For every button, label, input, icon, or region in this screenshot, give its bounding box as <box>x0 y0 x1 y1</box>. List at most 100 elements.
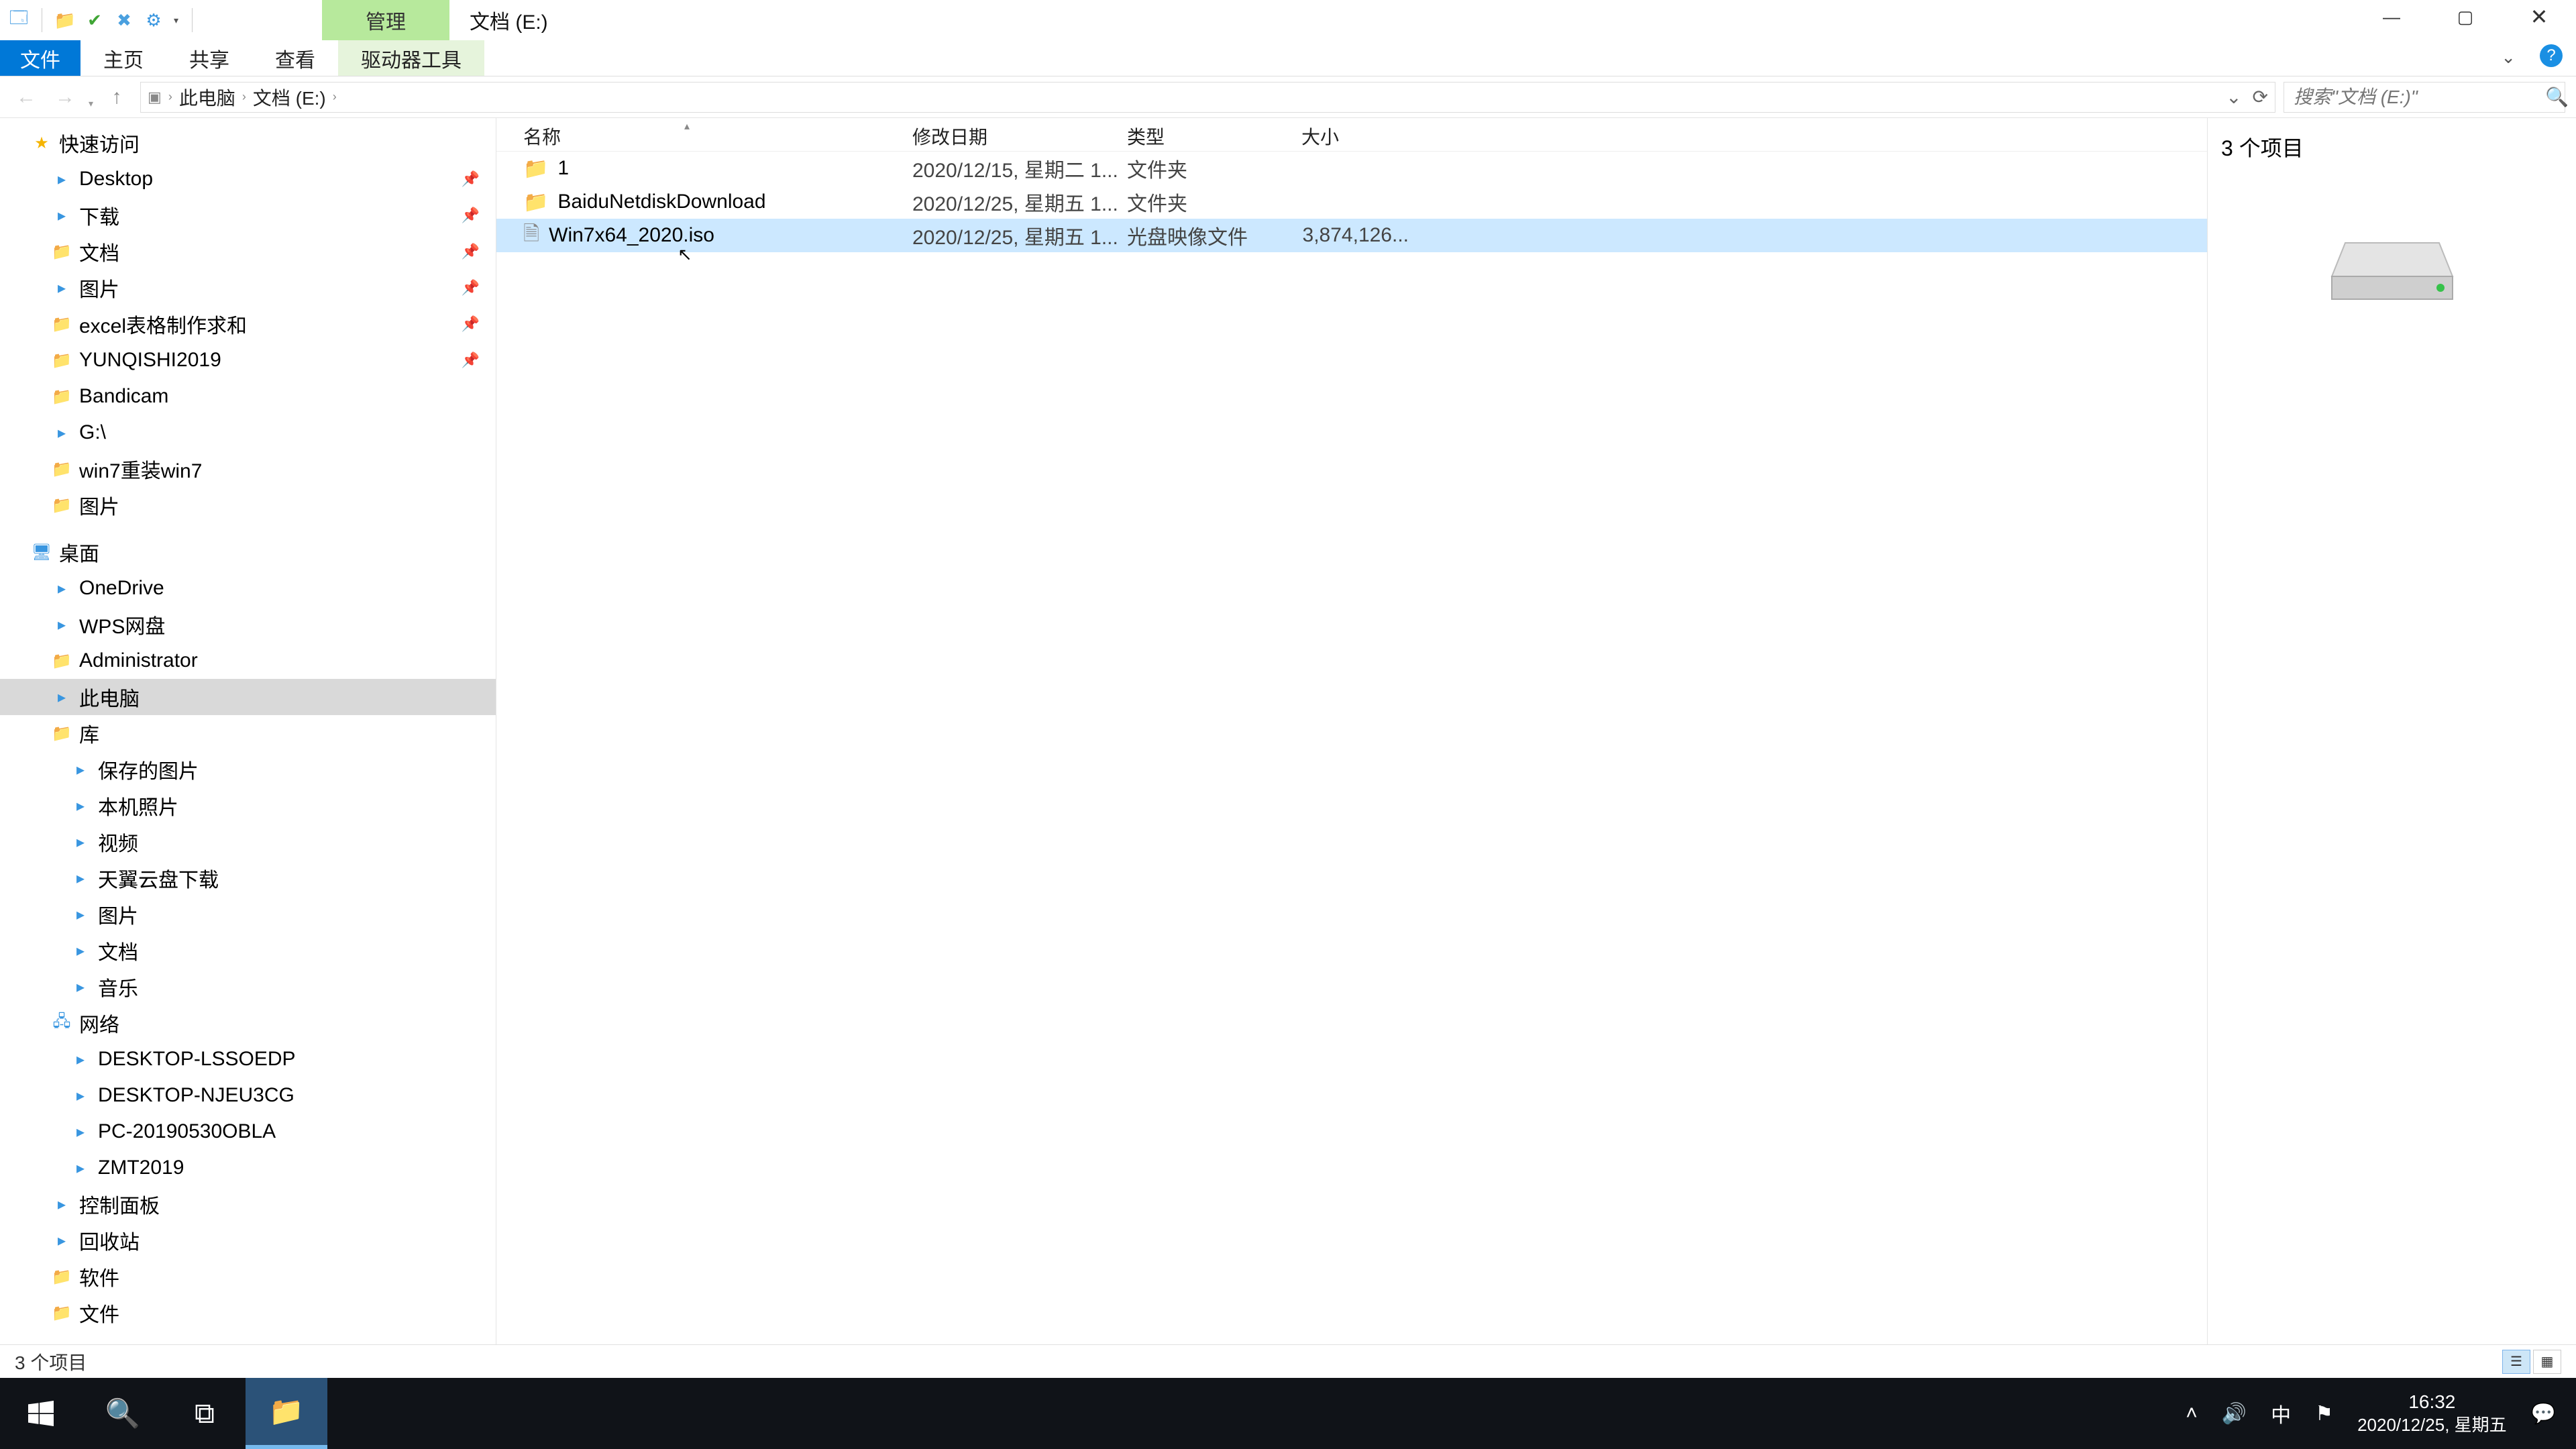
nav-forward-button[interactable]: → <box>50 82 80 113</box>
clock-time: 16:32 <box>2357 1390 2507 1414</box>
ribbon-tab-home[interactable]: 主页 <box>80 40 166 76</box>
nav-item-label: 控制面板 <box>79 1189 160 1219</box>
security-icon[interactable]: ⚑ <box>2315 1402 2333 1426</box>
nav-item[interactable]: 📁 文档 📌 <box>0 233 496 270</box>
start-button[interactable] <box>0 1378 82 1449</box>
nav-item[interactable]: ▸ G:\ <box>0 415 496 451</box>
nav-item[interactable]: 📁 YUNQISHI2019 📌 <box>0 342 496 378</box>
refresh-icon[interactable]: ⟳ <box>2253 86 2268 108</box>
file-list[interactable]: ▴ 名称 修改日期 类型 大小 📁 1 2020/12/15, 星期二 1...… <box>496 118 2207 1344</box>
nav-item[interactable]: ▸ 天翼云盘下载 <box>0 860 496 896</box>
ribbon-tab-share[interactable]: 共享 <box>166 40 252 76</box>
ime-indicator[interactable]: 中 <box>2271 1399 2291 1428</box>
nav-item[interactable]: ▸ 文档 <box>0 932 496 969</box>
nav-item-label: win7重装win7 <box>79 454 202 484</box>
view-thumbs-button[interactable]: ▦ <box>2533 1350 2561 1374</box>
ribbon-expand-icon[interactable]: ⌄ <box>2501 47 2516 68</box>
nav-history-caret-icon[interactable]: ▾ <box>89 98 93 117</box>
nav-up-button[interactable]: ↑ <box>101 82 132 113</box>
taskbar: 🔍 ⧉ 📁 ˄ 🔊 中 ⚑ 16:32 2020/12/25, 星期五 💬 <box>0 1378 2576 1449</box>
file-row[interactable]: 📁 1 2020/12/15, 星期二 1... 文件夹 <box>496 152 2207 185</box>
column-headers[interactable]: ▴ 名称 修改日期 类型 大小 <box>496 121 2207 152</box>
search-icon[interactable]: 🔍 <box>2545 86 2569 108</box>
search-button[interactable]: 🔍 <box>82 1378 164 1449</box>
search-input[interactable] <box>2294 87 2538 108</box>
column-date[interactable]: 修改日期 <box>912 123 1127 150</box>
nav-item[interactable]: 📁 软件 <box>0 1258 496 1295</box>
minimize-button[interactable]: — <box>2355 0 2428 34</box>
nav-item[interactable]: ▸ ZMT2019 <box>0 1150 496 1186</box>
sort-indicator-icon: ▴ <box>684 119 690 133</box>
nav-item[interactable]: ▸ 保存的图片 <box>0 751 496 788</box>
nav-item[interactable]: ▸ 下载 📌 <box>0 197 496 233</box>
nav-item[interactable]: ▸ 视频 <box>0 824 496 860</box>
nav-network-group[interactable]: 🖧 网络 <box>0 1005 496 1041</box>
folder-icon: 📁 <box>269 1395 304 1428</box>
column-size[interactable]: 大小 <box>1301 123 1415 150</box>
folder-icon[interactable]: 📁 <box>52 7 78 34</box>
check-icon[interactable]: ✔ <box>81 7 108 34</box>
nav-item[interactable]: 📁 win7重装win7 <box>0 451 496 487</box>
maximize-button[interactable]: ▢ <box>2428 0 2502 34</box>
address-bar[interactable]: ▣ › 此电脑 › 文档 (E:) › ⌄ ⟳ <box>140 82 2275 113</box>
nav-item[interactable]: ▸ 本机照片 <box>0 788 496 824</box>
nav-item[interactable]: 📁 文件 <box>0 1295 496 1331</box>
gear-icon[interactable]: ⚙ <box>140 7 167 34</box>
crumb-sep-icon[interactable]: › <box>166 90 175 104</box>
nav-item[interactable]: 📁 图片 <box>0 487 496 523</box>
column-name[interactable]: 名称 <box>523 123 912 150</box>
crumb-sep-icon[interactable]: › <box>239 90 249 104</box>
nav-item[interactable]: ▸ DESKTOP-NJEU3CG <box>0 1077 496 1114</box>
nav-item[interactable]: 📁 库 <box>0 715 496 751</box>
nav-item[interactable]: 📁 excel表格制作求和 📌 <box>0 306 496 342</box>
address-caret-icon[interactable]: ⌄ <box>2226 86 2241 108</box>
nav-item-label: 本机照片 <box>98 791 178 820</box>
breadcrumb[interactable]: 文档 (E:) <box>253 84 326 111</box>
nav-item-icon: ▸ <box>52 170 71 189</box>
search-box[interactable]: 🔍 <box>2284 82 2565 113</box>
nav-item[interactable]: ▸ 回收站 <box>0 1222 496 1258</box>
column-type[interactable]: 类型 <box>1127 123 1301 150</box>
file-date: 2020/12/25, 星期五 1... <box>912 187 1127 217</box>
volume-icon[interactable]: 🔊 <box>2222 1402 2247 1426</box>
breadcrumb[interactable]: 此电脑 <box>179 84 235 111</box>
nav-item-icon: 📁 <box>52 315 71 333</box>
ribbon-tab-drive-tools[interactable]: 驱动器工具 <box>338 40 484 76</box>
app-icon[interactable]: 🗔 <box>5 7 32 34</box>
navigation-pane[interactable]: ★ 快速访问 ▸ Desktop 📌 ▸ 下载 📌 📁 文档 📌 ▸ 图片 📌 … <box>0 118 496 1344</box>
nav-item[interactable]: ▸ PC-20190530OBLA <box>0 1114 496 1150</box>
file-explorer-taskbar-button[interactable]: 📁 <box>246 1378 327 1449</box>
ribbon-context-tab[interactable]: 管理 <box>322 0 449 40</box>
ribbon-tab-view[interactable]: 查看 <box>252 40 338 76</box>
file-row[interactable]: 📁 BaiduNetdiskDownload 2020/12/25, 星期五 1… <box>496 185 2207 219</box>
close-button[interactable]: ✕ <box>2502 0 2576 34</box>
crumb-sep-icon[interactable]: › <box>330 90 339 104</box>
nav-item[interactable]: ▸ OneDrive <box>0 570 496 606</box>
nav-item[interactable]: ▸ 音乐 <box>0 969 496 1005</box>
nav-item-icon: 📁 <box>52 460 71 478</box>
nav-item[interactable]: ▸ 此电脑 <box>0 679 496 715</box>
nav-item[interactable]: ▸ DESKTOP-LSSOEDP <box>0 1041 496 1077</box>
help-icon[interactable]: ? <box>2540 44 2563 67</box>
nav-item[interactable]: ▸ 图片 <box>0 896 496 932</box>
qat-caret-icon[interactable]: ▾ <box>170 15 182 26</box>
nav-item[interactable]: ▸ 控制面板 <box>0 1186 496 1222</box>
nav-item[interactable]: 📁 Bandicam <box>0 378 496 415</box>
x-icon[interactable]: ✖ <box>111 7 138 34</box>
nav-item[interactable]: ▸ 图片 📌 <box>0 270 496 306</box>
nav-quick-access[interactable]: ★ 快速访问 <box>0 125 496 161</box>
task-view-button[interactable]: ⧉ <box>164 1378 246 1449</box>
tray-chevron-icon[interactable]: ˄ <box>2186 1402 2198 1425</box>
nav-item-icon: 📁 <box>52 1303 71 1322</box>
nav-item[interactable]: 📁 Administrator <box>0 643 496 679</box>
nav-item[interactable]: ▸ Desktop 📌 <box>0 161 496 197</box>
action-center-icon[interactable]: 💬 <box>2531 1402 2556 1426</box>
ribbon-file-tab[interactable]: 文件 <box>0 40 80 76</box>
nav-desktop-group[interactable]: 🖥 桌面 <box>0 534 496 570</box>
taskbar-clock[interactable]: 16:32 2020/12/25, 星期五 <box>2357 1390 2507 1437</box>
view-details-button[interactable]: ☰ <box>2502 1350 2530 1374</box>
window-controls: — ▢ ✕ <box>2355 0 2576 34</box>
nav-back-button[interactable]: ← <box>11 82 42 113</box>
nav-item[interactable]: ▸ WPS网盘 <box>0 606 496 643</box>
file-row[interactable]: 🗎 Win7x64_2020.iso 2020/12/25, 星期五 1... … <box>496 219 2207 252</box>
